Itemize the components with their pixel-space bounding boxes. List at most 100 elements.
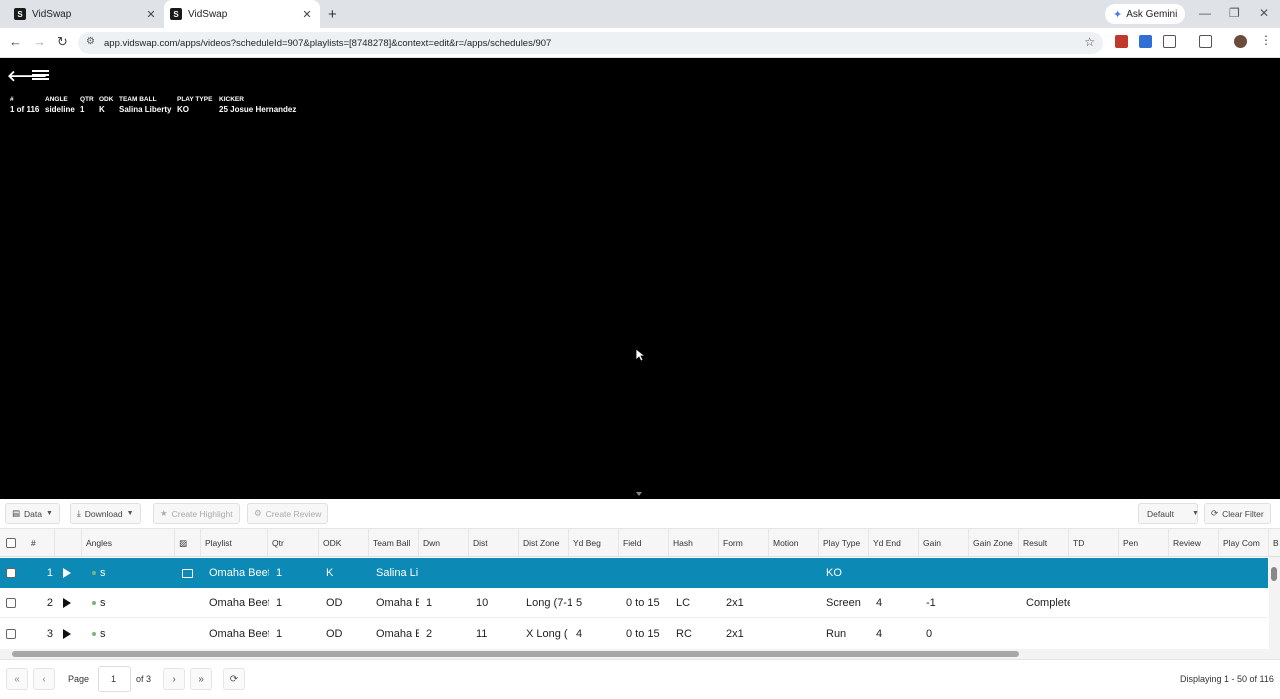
table-row[interactable]: 1 s Omaha Beef 1 K Salina Lil KO [0, 558, 1268, 588]
horizontal-scrollbar-thumb[interactable] [12, 651, 1019, 657]
row-checkbox[interactable] [6, 598, 16, 608]
default-view-select[interactable]: Default ▼ [1138, 503, 1199, 524]
dist-zone-cell: X Long ( [526, 628, 568, 640]
column-header-play-type[interactable]: Play Type [819, 529, 869, 557]
column-header-pen[interactable]: Pen [1119, 529, 1169, 557]
browser-tab-strip: S VidSwap ✕ S VidSwap ✕ + ✦ Ask Gemini —… [0, 0, 1280, 28]
clear-filter-label: Clear Filter [1222, 508, 1264, 519]
column-header-qtr[interactable]: Qtr [268, 529, 319, 557]
back-arrow-icon[interactable]: ← [9, 34, 22, 49]
forward-arrow-icon[interactable]: → [33, 34, 46, 49]
column-header-field[interactable]: Field [619, 529, 669, 557]
close-window-button[interactable]: ✕ [1259, 6, 1269, 20]
angle-value: s [100, 628, 106, 640]
bookmark-star-icon[interactable]: ☆ [1084, 35, 1095, 49]
column-header-dist[interactable]: Dist [469, 529, 519, 557]
next-page-button[interactable]: › [163, 668, 185, 690]
previous-page-button[interactable]: ‹ [33, 668, 55, 690]
overlay-header-kicker: KICKER [219, 96, 244, 103]
browser-tab-2-active[interactable]: S VidSwap ✕ [164, 0, 320, 28]
column-header-yd-end[interactable]: Yd End [869, 529, 919, 557]
column-header-thumbnail[interactable]: ▨ [175, 529, 201, 557]
column-header-dwn[interactable]: Dwn [419, 529, 469, 557]
column-header-td[interactable]: TD [1069, 529, 1119, 557]
play-button[interactable] [63, 558, 77, 588]
column-header-review[interactable]: Review [1169, 529, 1219, 557]
row-checkbox[interactable] [6, 568, 16, 578]
play-button[interactable] [63, 619, 77, 649]
close-tab-icon[interactable]: ✕ [300, 8, 314, 21]
yd-beg-cell: 4 [576, 628, 583, 640]
chevron-down-icon: ▼ [46, 510, 53, 517]
column-header-b[interactable]: B [1269, 529, 1280, 557]
pdf-extension-icon[interactable] [1115, 35, 1128, 48]
last-page-button[interactable]: » [190, 668, 212, 690]
restore-window-button[interactable]: ❐ [1229, 6, 1240, 20]
video-player[interactable]: 🡐 # ANGLE QTR ODK TEAM BALL PLAY TYPE KI… [0, 58, 1280, 499]
hamburger-menu-icon[interactable] [32, 70, 49, 80]
dist-cell: 10 [476, 597, 489, 609]
site-info-icon[interactable]: ⚙ [86, 36, 95, 47]
collapse-panel-icon[interactable] [636, 492, 642, 496]
close-tab-icon[interactable]: ✕ [144, 8, 158, 21]
column-header-dist-zone[interactable]: Dist Zone [519, 529, 569, 557]
extensions-puzzle-icon[interactable] [1163, 35, 1176, 48]
column-header-team-ball[interactable]: Team Ball [369, 529, 419, 557]
gain-cell: -1 [926, 597, 936, 609]
extension-icon[interactable] [1139, 35, 1152, 48]
column-header-playlist[interactable]: Playlist [201, 529, 268, 557]
create-review-label: Create Review [265, 508, 322, 519]
page-number-input[interactable] [98, 666, 131, 692]
column-header-motion[interactable]: Motion [769, 529, 819, 557]
thumbnail-cell[interactable] [182, 558, 196, 588]
new-tab-button[interactable]: + [328, 6, 337, 23]
overlay-value-qtr: 1 [80, 105, 85, 114]
clear-filter-button[interactable]: ⟳ Clear Filter [1204, 503, 1271, 524]
vertical-scrollbar-thumb[interactable] [1271, 567, 1277, 581]
play-type-cell: KO [826, 567, 842, 579]
column-header-gain[interactable]: Gain [919, 529, 969, 557]
horizontal-scrollbar[interactable] [0, 649, 1280, 659]
column-header-yd-beg[interactable]: Yd Beg [569, 529, 619, 557]
play-icon [63, 629, 71, 639]
column-header-odk[interactable]: ODK [319, 529, 369, 557]
column-header-hash[interactable]: Hash [669, 529, 719, 557]
data-menu-button[interactable]: ▤ Data ▼ [5, 503, 60, 524]
status-dot-icon [92, 601, 96, 605]
reload-icon[interactable]: ↻ [57, 34, 68, 50]
column-header-result[interactable]: Result [1019, 529, 1069, 557]
refresh-page-button[interactable]: ⟳ [223, 668, 245, 690]
dist-cell: 11 [476, 628, 488, 640]
overlay-header-angle: ANGLE [45, 96, 68, 103]
table-row[interactable]: 3 s Omaha Beef 1 OD Omaha E 2 11 X Long … [0, 619, 1268, 649]
column-header-play [55, 529, 82, 557]
row-checkbox[interactable] [6, 629, 16, 639]
column-header-num[interactable]: # [27, 529, 55, 557]
image-icon: ▨ [179, 537, 188, 548]
browser-menu-icon[interactable]: ⋮ [1260, 33, 1272, 47]
address-bar[interactable]: ⚙ app.vidswap.com/apps/videos?scheduleId… [78, 32, 1103, 54]
minimize-window-button[interactable]: — [1199, 6, 1211, 20]
star-icon: ★ [160, 508, 168, 518]
column-header-gain-zone[interactable]: Gain Zone [969, 529, 1019, 557]
table-row[interactable]: 2 s Omaha Beef 1 OD Omaha E 1 10 Long (7… [0, 588, 1268, 618]
create-review-button[interactable]: ⚙ Create Review [247, 503, 329, 524]
screen-cast-icon[interactable] [1199, 35, 1212, 48]
column-header-play-com[interactable]: Play Com [1219, 529, 1269, 557]
profile-avatar[interactable] [1234, 35, 1247, 48]
first-page-button[interactable]: « [6, 668, 28, 690]
play-button[interactable] [63, 588, 77, 618]
angle-cell: s [92, 588, 172, 618]
column-header-angles[interactable]: Angles [82, 529, 175, 557]
vertical-scrollbar[interactable] [1269, 557, 1280, 649]
gemini-spark-icon: ✦ [1113, 8, 1123, 21]
hash-cell: LC [676, 597, 691, 609]
hash-cell: RC [676, 628, 692, 640]
browser-tab-1[interactable]: S VidSwap ✕ [8, 0, 164, 28]
select-all-checkbox[interactable] [6, 538, 16, 548]
download-menu-button[interactable]: ⤓ Download ▼ [70, 503, 141, 524]
column-header-form[interactable]: Form [719, 529, 769, 557]
create-highlight-button[interactable]: ★ Create Highlight [153, 503, 240, 524]
ask-gemini-button[interactable]: ✦ Ask Gemini [1105, 4, 1186, 24]
playlist-cell: Omaha Beef [209, 628, 269, 640]
